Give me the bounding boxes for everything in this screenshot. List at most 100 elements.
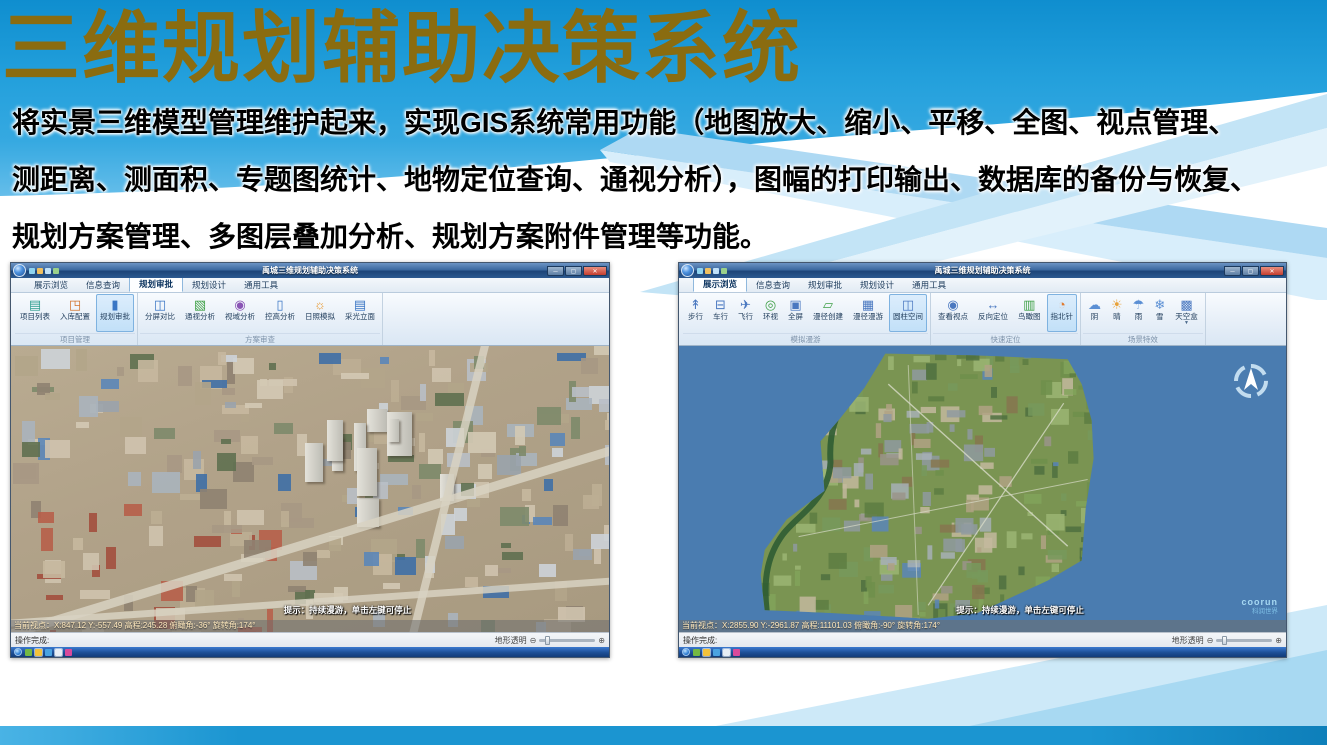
ribbon-group: ◉查看视点↔反向定位▥鸟瞰图◔指北针快速定位 [931, 293, 1081, 345]
view-point-icon: ◉ [947, 297, 958, 312]
tab-展示浏览[interactable]: 展示浏览 [25, 278, 77, 292]
zoom-out-icon[interactable]: ⊖ [1207, 636, 1214, 645]
button-通视分析[interactable]: ▧通视分析 [181, 294, 219, 332]
app-icon-green[interactable] [693, 649, 700, 656]
minimize-button[interactable]: ─ [1224, 266, 1241, 276]
button-项目列表[interactable]: ▤项目列表 [16, 294, 54, 332]
status-bar: 操作完成:地形透明⊖⊕ [11, 632, 609, 647]
close-button[interactable]: ✕ [583, 266, 607, 276]
button-label: 采光立面 [345, 312, 375, 321]
height-control-icon: ▯ [276, 297, 283, 312]
tab-信息查询[interactable]: 信息查询 [747, 278, 799, 292]
button-label: 鸟瞰图 [1018, 312, 1041, 321]
body-line-1: 将实景三维模型管理维护起来，实现GIS系统常用功能（地图放大、缩小、平移、全图、… [12, 94, 1322, 151]
tab-规划审批[interactable]: 规划审批 [799, 278, 851, 292]
skybox-icon: ▩ [1180, 297, 1192, 312]
maximize-button[interactable]: ▢ [1242, 266, 1259, 276]
tab-规划设计[interactable]: 规划设计 [183, 278, 235, 292]
button-雪[interactable]: ❄雪 [1150, 294, 1169, 332]
button-入库配置[interactable]: ◳入库配置 [56, 294, 94, 332]
button-全屏[interactable]: ▣全屏 [784, 294, 807, 332]
status-text: 操作完成: [15, 635, 49, 646]
map-viewport-right[interactable]: 提示：持续漫游，单击左键可停止当前视点：X:2855.90 Y:-2961.87… [679, 346, 1286, 632]
button-控高分析[interactable]: ▯控高分析 [261, 294, 299, 332]
button-视域分析[interactable]: ◉视域分析 [221, 294, 259, 332]
ribbon-buttons: ◫分屏对比▧通视分析◉视域分析▯控高分析☼日照模拟▤采光立面 [140, 294, 380, 332]
button-车行[interactable]: ⊟车行 [709, 294, 732, 332]
body-line-2: 测距离、测面积、专题图统计、地物定位查询、通视分析），图幅的打印输出、数据库的备… [12, 151, 1322, 208]
button-阴[interactable]: ☁阴 [1084, 294, 1105, 332]
button-label: 通视分析 [185, 312, 215, 321]
button-label: 日照模拟 [305, 312, 335, 321]
ribbon-group-label: 快速定位 [933, 333, 1078, 345]
button-天空盒[interactable]: ▩天空盒▼ [1171, 294, 1202, 332]
reverse-locate-icon: ↔ [987, 297, 1000, 312]
tab-规划设计[interactable]: 规划设计 [851, 278, 903, 292]
sunlight-simulation-icon: ☼ [314, 297, 326, 312]
button-分屏对比[interactable]: ◫分屏对比 [141, 294, 179, 332]
walk-icon: ↟ [690, 297, 701, 312]
app-window-right: 禹城三维规划辅助决策系统─▢✕展示浏览信息查询规划审批规划设计通用工具 ↟步行⊟车… [678, 262, 1287, 658]
app-icon-pink[interactable] [733, 649, 740, 656]
button-label: 指北针 [1051, 312, 1074, 321]
app-icon-yellow[interactable] [35, 649, 42, 656]
button-规划审批[interactable]: ▮规划审批 [96, 294, 134, 332]
start-orb[interactable] [682, 648, 690, 656]
close-button[interactable]: ✕ [1260, 266, 1284, 276]
button-漫径漫游[interactable]: ▦漫径漫游 [849, 294, 887, 332]
slide-body-paragraph: 将实景三维模型管理维护起来，实现GIS系统常用功能（地图放大、缩小、平移、全图、… [12, 94, 1322, 265]
button-雨[interactable]: ☂雨 [1129, 294, 1149, 332]
button-反向定位[interactable]: ↔反向定位 [974, 294, 1012, 332]
city-aerial-map [679, 346, 1286, 632]
button-漫径创建[interactable]: ▱漫径创建 [809, 294, 847, 332]
button-日照模拟[interactable]: ☼日照模拟 [301, 294, 339, 332]
app-icon-blue[interactable] [45, 649, 52, 656]
slider-thumb[interactable] [1222, 636, 1227, 645]
button-环视[interactable]: ◎环视 [759, 294, 782, 332]
slider-track[interactable] [1216, 639, 1272, 642]
viewshed-analysis-icon: ◉ [234, 297, 245, 312]
button-指北针[interactable]: ◔指北针 [1047, 294, 1078, 332]
start-orb[interactable] [14, 648, 22, 656]
window-titlebar: 禹城三维规划辅助决策系统─▢✕ [11, 263, 609, 278]
app-window-left: 禹城三维规划辅助决策系统─▢✕展示浏览信息查询规划审批规划设计通用工具 ▤项目列表… [10, 262, 610, 658]
tab-展示浏览[interactable]: 展示浏览 [693, 276, 747, 292]
button-查看视点[interactable]: ◉查看视点 [934, 294, 972, 332]
terrain-transparency-slider[interactable]: 地形透明⊖⊕ [495, 635, 605, 646]
compass-rose[interactable] [1232, 362, 1270, 400]
slider-track[interactable] [539, 639, 595, 642]
terrain-transparency-slider[interactable]: 地形透明⊖⊕ [1172, 635, 1282, 646]
button-飞行[interactable]: ✈飞行 [734, 294, 757, 332]
zoom-out-icon[interactable]: ⊖ [530, 636, 537, 645]
app-icon-blue[interactable] [713, 649, 720, 656]
zoom-in-icon[interactable]: ⊕ [598, 636, 605, 645]
button-采光立面[interactable]: ▤采光立面 [341, 294, 379, 332]
button-步行[interactable]: ↟步行 [684, 294, 707, 332]
tab-规划审批[interactable]: 规划审批 [129, 276, 183, 292]
ribbon-buttons: ☁阴☀晴☂雨❄雪▩天空盒▼ [1083, 294, 1203, 332]
app-icon-white[interactable] [55, 649, 62, 656]
button-鸟瞰图[interactable]: ▥鸟瞰图 [1014, 294, 1045, 332]
button-圆柱空间[interactable]: ◫圆柱空间 [889, 294, 927, 332]
zoom-in-icon[interactable]: ⊕ [1275, 636, 1282, 645]
ribbon-buttons: ◉查看视点↔反向定位▥鸟瞰图◔指北针 [933, 294, 1078, 332]
maximize-button[interactable]: ▢ [565, 266, 582, 276]
slider-thumb[interactable] [545, 636, 550, 645]
window-titlebar: 禹城三维规划辅助决策系统─▢✕ [679, 263, 1286, 278]
ribbon-group-label: 场景特效 [1083, 333, 1203, 345]
snow-icon: ❄ [1154, 297, 1165, 312]
windows-taskbar [679, 647, 1286, 657]
north-arrow-icon: ◔ [1058, 297, 1066, 312]
button-晴[interactable]: ☀晴 [1107, 294, 1127, 332]
app-icon-yellow[interactable] [703, 649, 710, 656]
app-icon-green[interactable] [25, 649, 32, 656]
roam-tip-overlay: 提示：持续漫游，单击左键可停止 [284, 604, 412, 616]
tab-信息查询[interactable]: 信息查询 [77, 278, 129, 292]
app-icon-pink[interactable] [65, 649, 72, 656]
app-icon-white[interactable] [723, 649, 730, 656]
map-viewport-left[interactable]: 提示：持续漫游，单击左键可停止当前视点：X:847.12 Y:-557.49 高… [11, 346, 609, 632]
project-list-icon: ▤ [29, 297, 41, 312]
tab-通用工具[interactable]: 通用工具 [903, 278, 955, 292]
minimize-button[interactable]: ─ [547, 266, 564, 276]
tab-通用工具[interactable]: 通用工具 [235, 278, 287, 292]
